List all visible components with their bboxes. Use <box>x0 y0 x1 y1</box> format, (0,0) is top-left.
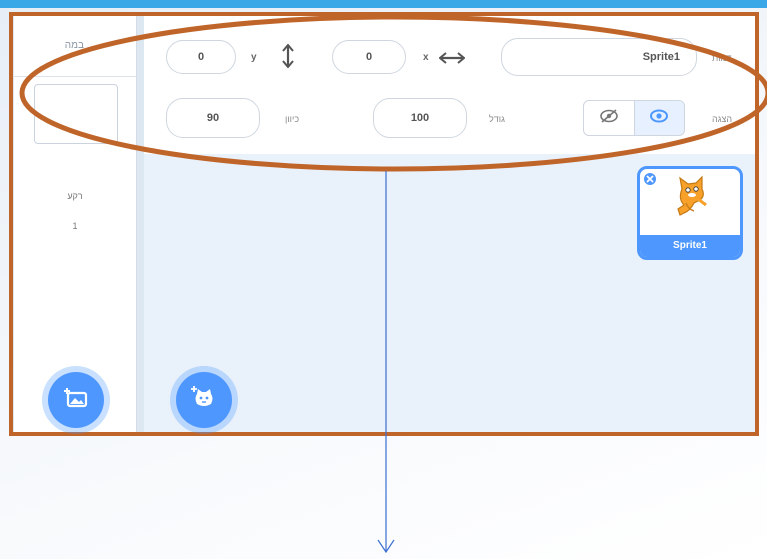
annotation-oval <box>19 14 767 172</box>
delete-sprite-button[interactable] <box>642 171 658 187</box>
annotation-overlay <box>19 14 767 554</box>
close-icon <box>646 170 654 188</box>
